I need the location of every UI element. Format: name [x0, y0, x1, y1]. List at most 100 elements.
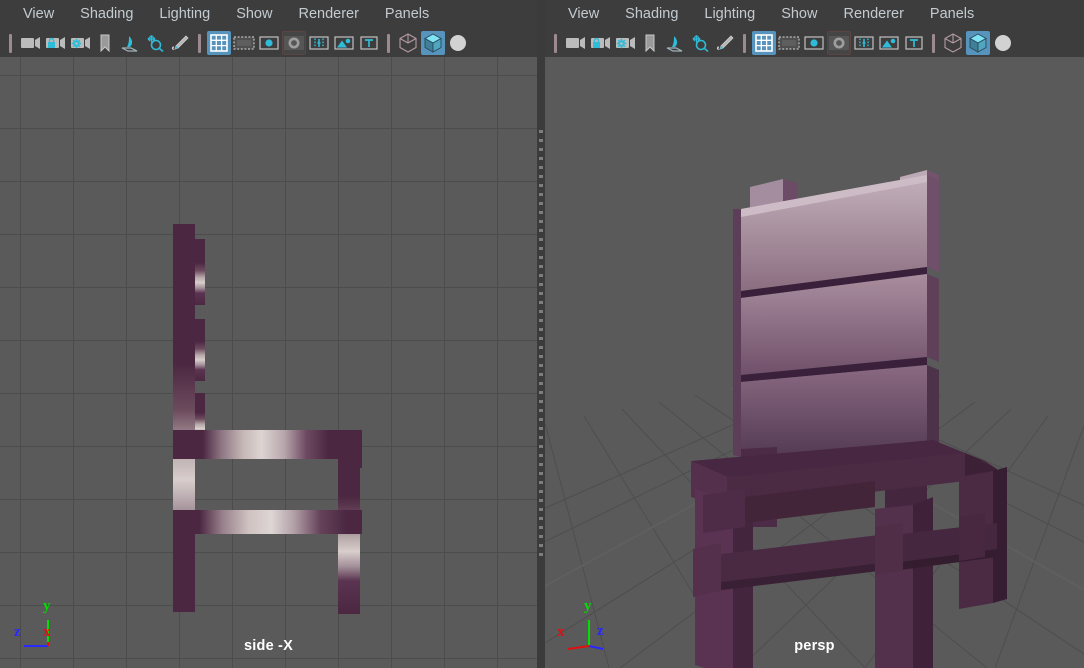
toolbar-separator: [743, 33, 746, 53]
lighting-sphere-icon-button[interactable]: [446, 31, 470, 55]
wireframe-cube-icon-button[interactable]: [941, 31, 965, 55]
toolbar-right: [545, 29, 1084, 57]
menu-item-renderer[interactable]: Renderer: [830, 0, 916, 29]
bookmark-icon: [645, 34, 655, 52]
image-plane-icon: [121, 36, 138, 52]
menu-item-shading[interactable]: Shading: [612, 0, 691, 29]
film-origin-icon: [854, 36, 874, 50]
gate-mask-icon-button[interactable]: [827, 31, 851, 55]
lighting-sphere-icon-button[interactable]: [991, 31, 1015, 55]
resolution-gate-icon-button[interactable]: [257, 31, 281, 55]
panel-side-x: View Shading Lighting Show Renderer Pane…: [0, 0, 537, 668]
gizmo-axis-label-z: z: [597, 623, 604, 639]
toolbar-separator: [9, 33, 12, 53]
image-icon-button[interactable]: [332, 31, 356, 55]
two-d-pan-zoom-icon-button[interactable]: [688, 31, 712, 55]
viewport-caption-persp: persp: [794, 638, 835, 654]
menu-bar-right: View Shading Lighting Show Renderer Pane…: [545, 0, 1084, 29]
shaded-cube-icon: [424, 33, 442, 53]
menu-item-shading[interactable]: Shading: [67, 0, 146, 29]
camera-icon: [21, 37, 40, 49]
viewport-persp[interactable]: y x z persp: [545, 57, 1084, 668]
film-gate-icon-button[interactable]: [777, 31, 801, 55]
image-icon: [334, 36, 354, 50]
two-d-pan-zoom-icon-button[interactable]: [143, 31, 167, 55]
menu-item-panels[interactable]: Panels: [917, 0, 987, 29]
film-gate-icon-button[interactable]: [232, 31, 256, 55]
camera-settings-icon: [616, 37, 635, 49]
film-origin-icon-button[interactable]: [307, 31, 331, 55]
two-d-pan-zoom-icon: [147, 35, 164, 52]
menu-item-show[interactable]: Show: [223, 0, 285, 29]
camera-lock-icon: [591, 37, 610, 49]
camera-lock-icon: [46, 37, 65, 49]
text-icon-button[interactable]: [357, 31, 381, 55]
menu-item-view[interactable]: View: [10, 0, 67, 29]
camera-lock-icon-button[interactable]: [43, 31, 67, 55]
menu-item-show[interactable]: Show: [768, 0, 830, 29]
grease-pencil-icon-button[interactable]: [713, 31, 737, 55]
toolbar-separator: [554, 33, 557, 53]
wireframe-cube-icon: [399, 33, 417, 53]
lighting-sphere-icon: [450, 35, 466, 51]
chair-model-side-view[interactable]: [0, 57, 537, 668]
grid-icon: [755, 34, 773, 52]
grid-icon-button[interactable]: [207, 31, 231, 55]
grease-pencil-icon-button[interactable]: [168, 31, 192, 55]
image-icon: [879, 36, 899, 50]
grease-pencil-icon: [716, 35, 734, 50]
toolbar-separator: [932, 33, 935, 53]
gate-mask-icon-button[interactable]: [282, 31, 306, 55]
image-plane-icon-button[interactable]: [663, 31, 687, 55]
film-gate-icon: [778, 36, 800, 50]
viewport-side-x[interactable]: y z x side -X: [0, 57, 537, 668]
resolution-gate-icon-button[interactable]: [802, 31, 826, 55]
menu-item-lighting[interactable]: Lighting: [691, 0, 768, 29]
bookmark-icon: [100, 34, 110, 52]
film-origin-icon: [309, 36, 329, 50]
camera-lock-icon-button[interactable]: [588, 31, 612, 55]
gizmo-axis-label-y: y: [43, 598, 51, 614]
text-icon: [905, 36, 923, 50]
resolution-gate-icon: [804, 36, 824, 50]
maya-viewport-window: View Shading Lighting Show Renderer Pane…: [0, 0, 1084, 668]
image-icon-button[interactable]: [877, 31, 901, 55]
grid-icon: [210, 34, 228, 52]
shaded-cube-icon-button[interactable]: [421, 31, 445, 55]
two-d-pan-zoom-icon: [692, 35, 709, 52]
shaded-cube-icon: [969, 33, 987, 53]
camera-settings-icon: [71, 37, 90, 49]
menu-item-view[interactable]: View: [555, 0, 612, 29]
camera-icon-button[interactable]: [563, 31, 587, 55]
chair-model-perspective[interactable]: [545, 57, 1084, 668]
lighting-sphere-icon: [995, 35, 1011, 51]
camera-settings-icon-button[interactable]: [68, 31, 92, 55]
menu-item-renderer[interactable]: Renderer: [285, 0, 371, 29]
gate-mask-icon: [284, 36, 304, 50]
gate-mask-icon: [829, 36, 849, 50]
panel-splitter[interactable]: [537, 0, 545, 668]
text-icon: [360, 36, 378, 50]
menu-item-panels[interactable]: Panels: [372, 0, 442, 29]
grid-icon-button[interactable]: [752, 31, 776, 55]
camera-icon-button[interactable]: [18, 31, 42, 55]
menu-item-lighting[interactable]: Lighting: [146, 0, 223, 29]
text-icon-button[interactable]: [902, 31, 926, 55]
camera-settings-icon-button[interactable]: [613, 31, 637, 55]
bookmark-icon-button[interactable]: [93, 31, 117, 55]
shaded-cube-icon-button[interactable]: [966, 31, 990, 55]
image-plane-icon: [666, 36, 683, 52]
bookmark-icon-button[interactable]: [638, 31, 662, 55]
film-origin-icon-button[interactable]: [852, 31, 876, 55]
gizmo-axis-label-y: y: [584, 598, 592, 614]
toolbar-separator: [387, 33, 390, 53]
toolbar-left: [0, 29, 537, 57]
splitter-handle-dots[interactable]: [539, 130, 543, 560]
viewport-caption-side-x: side -X: [244, 638, 293, 654]
wireframe-cube-icon: [944, 33, 962, 53]
menu-bar-left: View Shading Lighting Show Renderer Pane…: [0, 0, 537, 29]
grease-pencil-icon: [171, 35, 189, 50]
panel-persp: View Shading Lighting Show Renderer Pane…: [545, 0, 1084, 668]
image-plane-icon-button[interactable]: [118, 31, 142, 55]
wireframe-cube-icon-button[interactable]: [396, 31, 420, 55]
